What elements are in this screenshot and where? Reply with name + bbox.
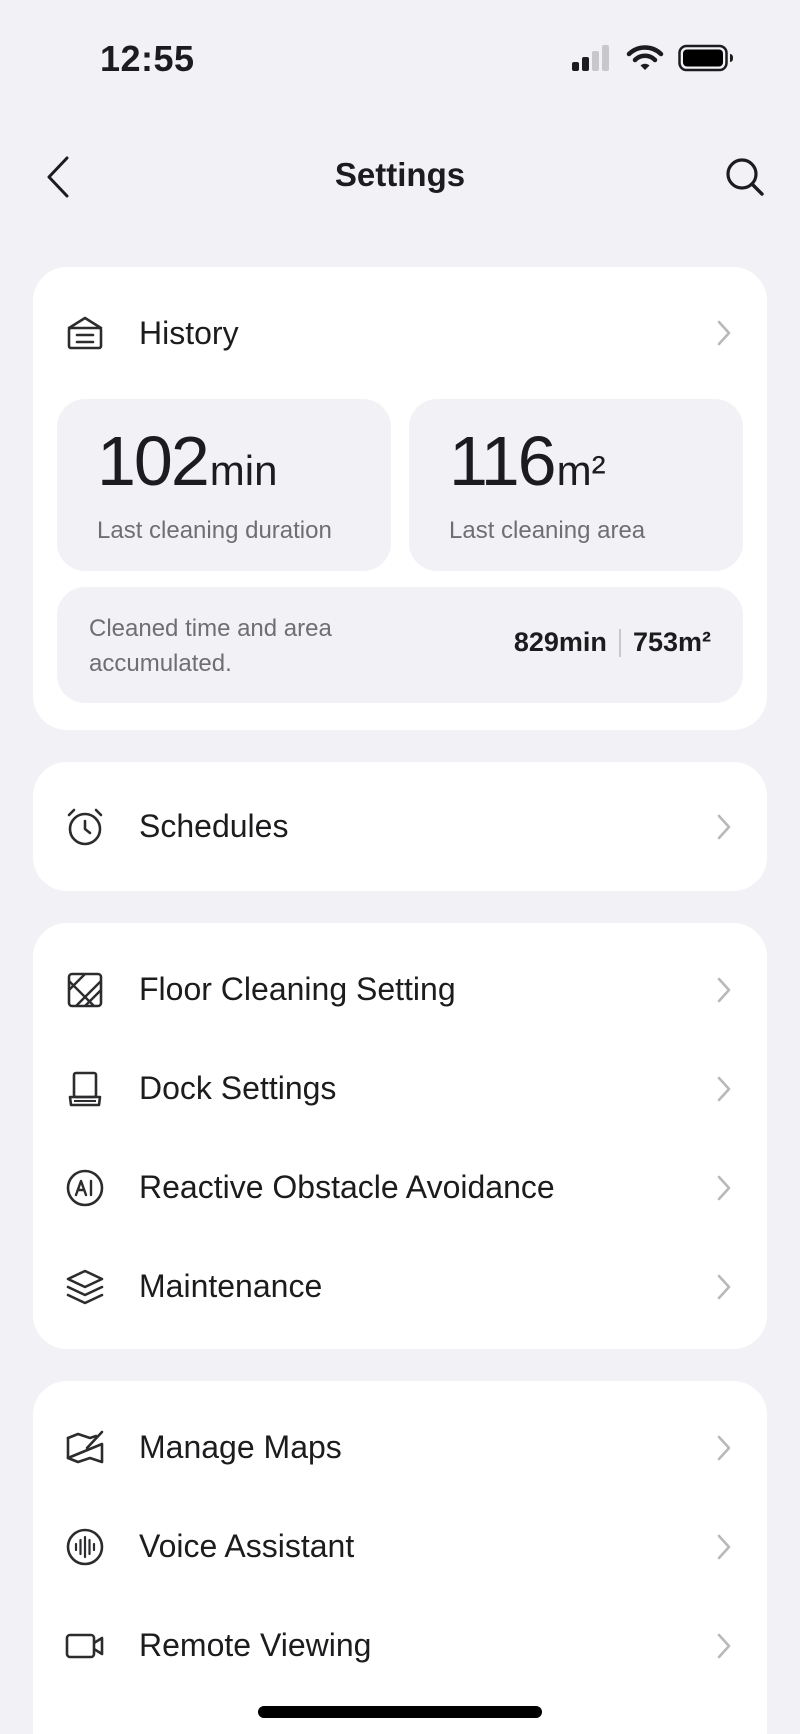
schedules-label: Schedules <box>139 808 289 844</box>
maintenance-row[interactable]: Maintenance <box>33 1237 767 1336</box>
value-divider <box>618 628 621 657</box>
maintenance-label: Maintenance <box>139 1268 323 1304</box>
map-icon <box>65 1428 105 1468</box>
chevron-right-icon <box>715 813 733 841</box>
floor-cleaning-setting-label: Floor Cleaning Setting <box>139 971 456 1007</box>
history-box-icon <box>65 313 105 353</box>
duration-unit: min <box>209 447 278 494</box>
battery-icon <box>678 44 733 72</box>
reactive-obstacle-avoidance-row[interactable]: Reactive Obstacle Avoidance <box>33 1138 767 1237</box>
accumulated-stats: Cleaned time and area accumulated. 829mi… <box>57 587 743 703</box>
search-icon <box>726 158 764 196</box>
floor-cleaning-setting-row[interactable]: Floor Cleaning Setting <box>33 940 767 1039</box>
camera-icon <box>65 1626 105 1666</box>
ai-icon <box>65 1168 105 1208</box>
voice-assistant-label: Voice Assistant <box>139 1528 355 1564</box>
dock-settings-label: Dock Settings <box>139 1070 337 1106</box>
chevron-right-icon <box>715 1533 733 1561</box>
dock-icon <box>65 1069 105 1109</box>
status-time: 12:55 <box>100 38 195 79</box>
dock-settings-row[interactable]: Dock Settings <box>33 1039 767 1138</box>
area-number: 116 <box>449 422 557 500</box>
remote-viewing-row[interactable]: Remote Viewing <box>33 1596 767 1695</box>
accumulated-time-unit: min <box>558 627 607 657</box>
status-icons <box>572 44 734 72</box>
cleaning-settings-card: Floor Cleaning Setting Dock Settings Rea… <box>33 923 767 1349</box>
chevron-right-icon <box>715 976 733 1004</box>
search-button[interactable] <box>720 152 770 202</box>
voice-assistant-row[interactable]: Voice Assistant <box>33 1497 767 1596</box>
alarm-clock-icon <box>65 807 105 847</box>
schedules-card: Schedules <box>33 762 767 891</box>
schedules-row[interactable]: Schedules <box>33 762 767 891</box>
home-indicator[interactable] <box>258 1706 542 1718</box>
navigation-bar: Settings <box>0 140 800 216</box>
settings-screen: 12:55 Settings History 102min Last clean… <box>0 0 800 1734</box>
area-stat: 116m² Last cleaning area <box>409 399 743 571</box>
history-label: History <box>139 314 239 351</box>
accumulated-area-unit: m² <box>678 627 711 657</box>
area-value: 116m² <box>449 421 606 501</box>
layers-icon <box>65 1267 105 1307</box>
accumulated-time-value: 829 <box>513 627 559 657</box>
duration-stat: 102min Last cleaning duration <box>57 399 391 571</box>
manage-maps-row[interactable]: Manage Maps <box>33 1398 767 1497</box>
chevron-right-icon <box>715 1273 733 1301</box>
history-row[interactable]: History <box>33 267 767 399</box>
remote-viewing-label: Remote Viewing <box>139 1627 372 1663</box>
area-unit: m² <box>556 447 606 494</box>
history-card: History 102min Last cleaning duration 11… <box>33 267 767 730</box>
status-bar: 12:55 <box>0 0 800 110</box>
chevron-right-icon <box>715 1075 733 1103</box>
accumulated-text: Cleaned time and area accumulated. <box>89 615 332 677</box>
wifi-icon <box>626 45 664 70</box>
duration-number: 102 <box>97 422 210 500</box>
floor-tile-icon <box>65 970 105 1010</box>
chevron-right-icon <box>715 1174 733 1202</box>
voice-wave-icon <box>65 1527 105 1567</box>
chevron-right-icon <box>715 319 733 347</box>
chevron-right-icon <box>715 1632 733 1660</box>
accumulated-area: 753m² <box>633 627 711 658</box>
duration-value: 102min <box>97 421 277 501</box>
area-caption: Last cleaning area <box>449 517 646 544</box>
accumulated-values: 829min 753m² <box>514 627 711 658</box>
reactive-obstacle-avoidance-label: Reactive Obstacle Avoidance <box>139 1169 555 1205</box>
accumulated-area-value: 753 <box>632 627 678 657</box>
manage-maps-label: Manage Maps <box>139 1429 342 1465</box>
features-card: Manage Maps Voice Assistant Remote Viewi… <box>33 1381 767 1734</box>
accumulated-time: 829min <box>514 627 607 658</box>
page-title: Settings <box>334 156 466 193</box>
cellular-signal-icon <box>572 45 609 71</box>
duration-caption: Last cleaning duration <box>97 517 332 544</box>
chevron-right-icon <box>715 1434 733 1462</box>
